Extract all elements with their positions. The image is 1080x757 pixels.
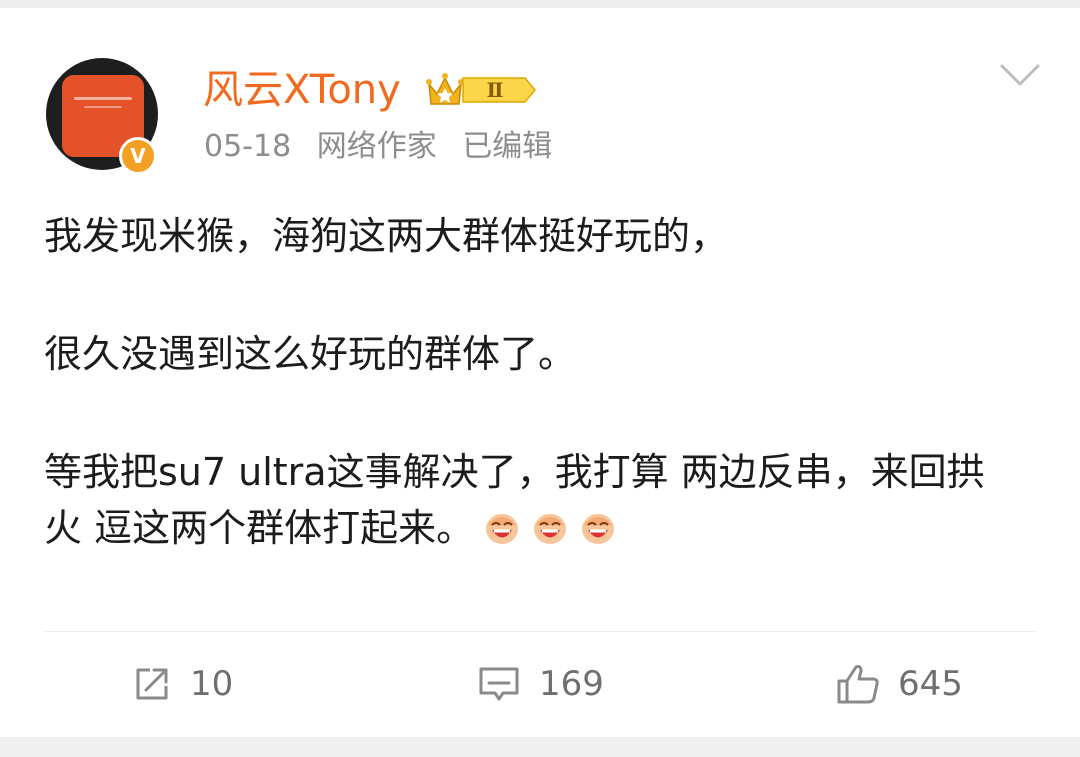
thumbs-up-icon — [837, 665, 879, 704]
weibo-post-card: V 风云XTony Ⅱ 05-18 网络作家 已编辑 我发现米猴，海狗这两大群体… — [0, 0, 1080, 757]
post-paragraph: 我发现米猴，海狗这两大群体挺好玩的， — [44, 214, 729, 258]
username[interactable]: 风云XTony — [203, 64, 401, 116]
post-meta: 05-18 网络作家 已编辑 — [204, 127, 568, 167]
forward-button[interactable]: 10 — [130, 660, 233, 708]
post-paragraph: 很久没遇到这么好玩的群体了。 — [44, 332, 577, 376]
comment-icon — [479, 667, 519, 701]
comment-button[interactable]: 169 — [475, 660, 604, 708]
bottom-separator — [0, 737, 1080, 757]
like-button[interactable]: 645 — [834, 660, 963, 708]
edited-label[interactable]: 已编辑 — [462, 129, 552, 164]
chevron-down-icon[interactable] — [998, 60, 1042, 90]
verified-badge: V — [119, 137, 157, 175]
post-paragraph-3: 等我把su7 ultra这事解决了，我打算 两边反串，来回拱火 逗这两个群体打起… — [44, 444, 1004, 556]
laughing-emoji-icon — [534, 514, 567, 544]
share-icon — [136, 668, 168, 700]
laughing-emoji-icon — [486, 514, 519, 544]
forward-count: 10 — [190, 664, 234, 704]
like-count: 645 — [898, 664, 963, 704]
top-separator — [0, 0, 1080, 8]
laughing-emoji-icon — [582, 514, 615, 544]
author-role: 网络作家 — [316, 129, 437, 164]
vip-level-text: Ⅱ — [487, 78, 504, 102]
divider — [44, 631, 1036, 632]
post-date: 05-18 — [204, 129, 292, 164]
vip-crown-badge-icon[interactable]: Ⅱ — [425, 70, 543, 110]
post-content: 我发现米猴，海狗这两大群体挺好玩的， 很久没遇到这么好玩的群体了。 等我把su7… — [44, 208, 1004, 556]
comment-count: 169 — [539, 664, 604, 704]
